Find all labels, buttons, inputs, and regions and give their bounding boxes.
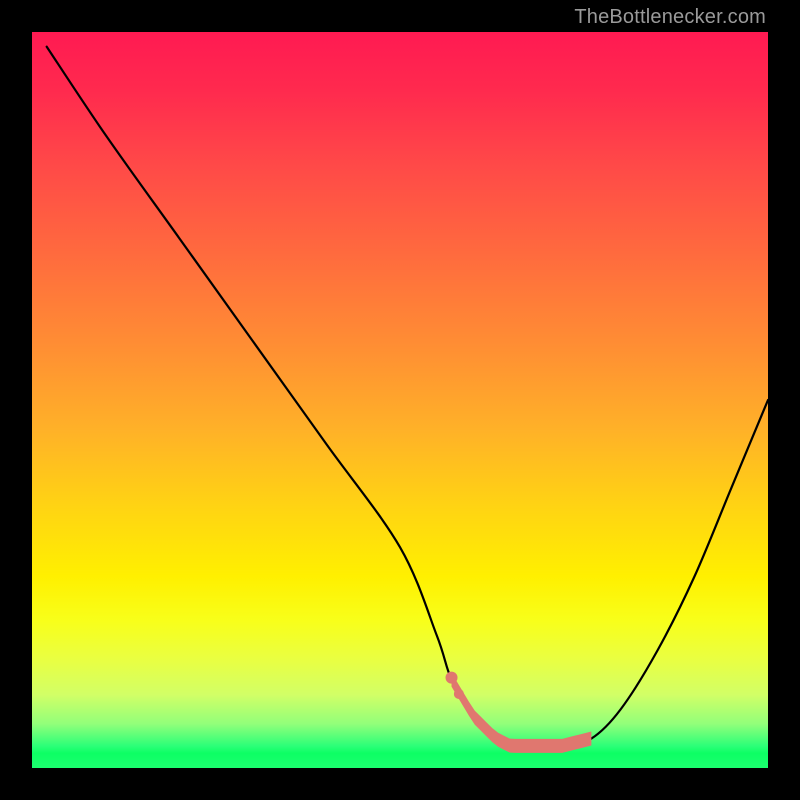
chart-frame: TheBottlenecker.com (0, 0, 800, 800)
curve-svg (32, 32, 768, 768)
highlight-dot-2 (454, 689, 464, 699)
highlight-dot-1 (446, 672, 458, 684)
highlight-blob (452, 673, 592, 753)
highlight-group (446, 672, 592, 753)
plot-area (32, 32, 768, 768)
bottleneck-curve (47, 47, 768, 747)
watermark-text: TheBottlenecker.com (574, 6, 766, 29)
